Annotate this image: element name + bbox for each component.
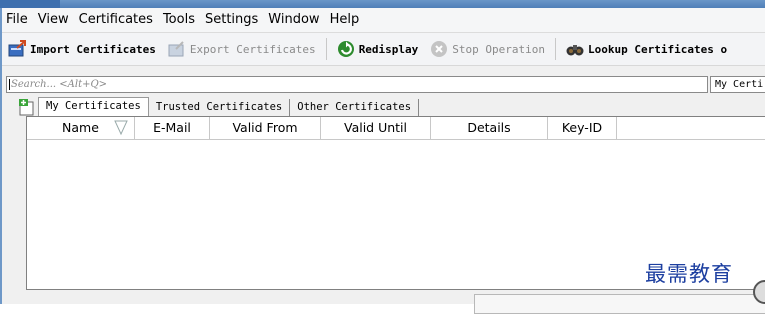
status-panel [474,294,765,314]
menu-view[interactable]: View [33,8,74,32]
lookup-label: Lookup Certificates o [588,42,728,56]
binoculars-icon [566,40,584,58]
search-placeholder: Search... <Alt+Q> [11,79,108,90]
redisplay-button[interactable]: Redisplay [331,35,425,63]
import-label: Import Certificates [30,42,156,56]
certificate-filter-select[interactable]: My Certi [710,76,765,93]
menu-bar: File View Certificates Tools Settings Wi… [2,8,765,33]
redisplay-label: Redisplay [358,42,419,56]
tab-other-certificates[interactable]: Other Certificates [290,99,420,116]
column-key-id[interactable]: Key-ID [548,117,617,139]
column-email[interactable]: E-Mail [135,117,210,139]
menu-window[interactable]: Window [263,8,324,32]
stop-icon [430,40,448,58]
lookup-certificates-button[interactable]: Lookup Certificates o [560,35,733,63]
column-valid-until[interactable]: Valid Until [321,117,431,139]
column-valid-from[interactable]: Valid From [210,117,321,139]
text-caret [9,79,10,90]
title-bar [0,0,765,8]
column-key-id-label: Key-ID [561,120,603,135]
menu-help[interactable]: Help [325,8,365,32]
new-tab-icon[interactable] [18,99,36,116]
column-valid-from-label: Valid From [232,120,298,135]
import-icon [8,40,26,58]
export-label: Export Certificates [189,42,316,56]
import-certificates-button[interactable]: Import Certificates [2,35,162,63]
menu-certificates[interactable]: Certificates [74,8,158,32]
tab-trusted-certificates[interactable]: Trusted Certificates [149,99,291,116]
column-name[interactable]: Name [27,117,135,139]
search-input[interactable]: Search... <Alt+Q> [6,76,708,93]
column-details[interactable]: Details [431,117,548,139]
refresh-icon [337,40,355,58]
toolbar-separator [555,38,557,60]
certificate-tabs: My Certificates Trusted Certificates Oth… [18,97,420,116]
column-name-label: Name [62,120,99,135]
menu-settings[interactable]: Settings [200,8,263,32]
menu-tools[interactable]: Tools [158,8,200,32]
sort-indicator-icon [114,120,128,136]
export-certificates-button[interactable]: Export Certificates [162,35,322,63]
toolbar: Import Certificates Export Certificates … [2,33,765,66]
export-icon [168,40,186,58]
toolbar-separator [325,38,327,60]
app-title-region [0,0,60,8]
stop-operation-button[interactable]: Stop Operation [424,35,551,63]
column-details-label: Details [467,120,511,135]
watermark-text: 最需教育 [645,262,733,286]
column-email-label: E-Mail [153,120,191,135]
stop-label: Stop Operation [452,42,546,56]
tab-my-certificates[interactable]: My Certificates [38,97,149,116]
table-header: Name E-Mail Valid From Valid Until Detai… [27,117,765,140]
column-valid-until-label: Valid Until [343,120,407,135]
menu-file[interactable]: File [2,8,33,32]
